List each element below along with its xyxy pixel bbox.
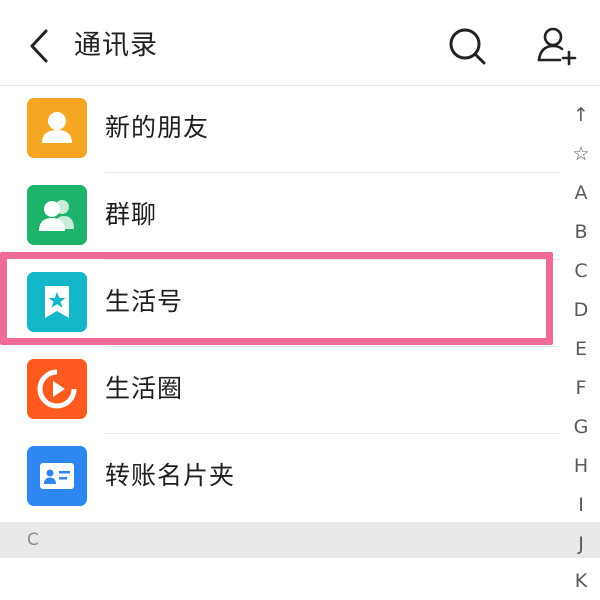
index-c[interactable]: C bbox=[562, 256, 600, 286]
item-label: 转账名片夹 bbox=[105, 461, 236, 490]
list-item-life-circle[interactable]: 生活圈 bbox=[0, 347, 560, 434]
index-star[interactable]: ☆ bbox=[562, 139, 600, 169]
chevron-left-icon bbox=[30, 29, 48, 63]
add-contact-button[interactable] bbox=[536, 24, 578, 66]
item-label: 生活圈 bbox=[105, 374, 184, 403]
back-button[interactable] bbox=[24, 26, 56, 66]
index-e[interactable]: E bbox=[562, 334, 600, 364]
play-circle-icon bbox=[27, 359, 87, 419]
index-g[interactable]: G bbox=[562, 412, 600, 442]
search-button[interactable] bbox=[447, 26, 487, 66]
index-top[interactable]: ↑ bbox=[562, 100, 600, 130]
business-card-icon bbox=[27, 446, 87, 506]
contacts-screen: 通讯录 新的朋友 群聊 生活号 生活圈 转账名片夹 C ↑ ☆ A B C D … bbox=[0, 0, 600, 600]
section-letter: C bbox=[27, 530, 39, 550]
index-h[interactable]: H bbox=[562, 451, 600, 481]
top-bar: 通讯录 bbox=[0, 0, 600, 86]
index-b[interactable]: B bbox=[562, 217, 600, 247]
list-item-life-account[interactable]: 生活号 bbox=[0, 260, 560, 347]
search-icon bbox=[449, 28, 486, 65]
index-i[interactable]: I bbox=[562, 490, 600, 520]
item-label: 群聊 bbox=[105, 200, 158, 229]
page-title: 通讯录 bbox=[74, 30, 158, 61]
list-item-group-chat[interactable]: 群聊 bbox=[0, 173, 560, 260]
group-icon bbox=[27, 185, 87, 245]
item-label: 新的朋友 bbox=[105, 113, 210, 142]
index-a[interactable]: A bbox=[562, 178, 600, 208]
item-label: 生活号 bbox=[105, 287, 184, 316]
add-contact-icon bbox=[537, 27, 577, 66]
list-item-transfer-cards[interactable]: 转账名片夹 bbox=[0, 434, 560, 521]
index-k[interactable]: K bbox=[562, 566, 600, 596]
index-j[interactable]: J bbox=[562, 529, 600, 559]
section-header-c: C bbox=[0, 522, 600, 558]
bookmark-star-icon bbox=[27, 272, 87, 332]
list-item-new-friends[interactable]: 新的朋友 bbox=[0, 86, 560, 173]
index-d[interactable]: D bbox=[562, 295, 600, 325]
index-f[interactable]: F bbox=[562, 373, 600, 403]
person-icon bbox=[27, 98, 87, 158]
